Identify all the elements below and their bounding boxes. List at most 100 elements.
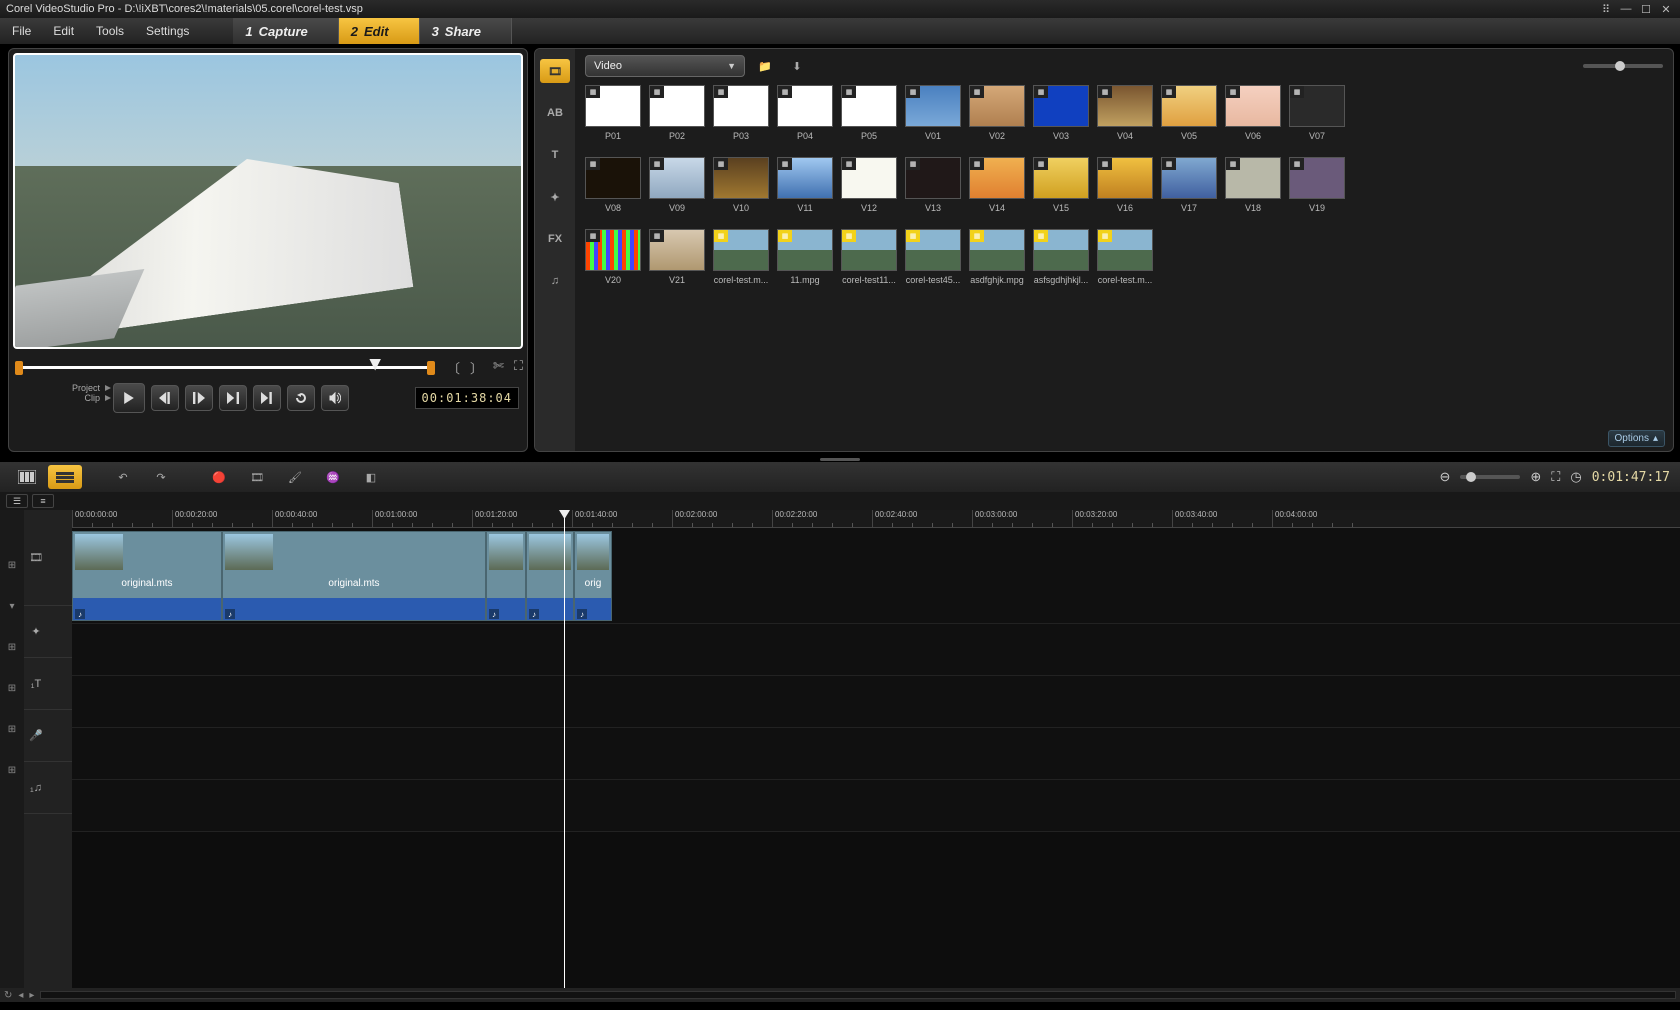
library-tab-media[interactable]: 🎞 — [540, 59, 570, 83]
overlay-track-lane[interactable] — [72, 624, 1680, 676]
timeline-scrollbar[interactable]: ↻ ◂ ▸ — [0, 988, 1680, 1002]
playback-mode-labels[interactable]: Project Clip — [21, 383, 111, 403]
timeline-clip[interactable]: original.mts♪♪ — [222, 531, 486, 621]
video-track-lane[interactable]: original.mts♪♪original.mts♪♪♪♪♪♪orig♪♪ — [72, 528, 1680, 624]
library-item[interactable]: ▦V14 — [969, 157, 1025, 213]
library-item[interactable]: ▦V16 — [1097, 157, 1153, 213]
timeline-zoom-slider[interactable] — [1460, 475, 1520, 479]
menu-settings[interactable]: Settings — [142, 20, 193, 42]
show-all-tracks-button[interactable]: ☰ — [6, 494, 28, 508]
mark-in-handle[interactable] — [15, 361, 23, 375]
scroll-loop-icon[interactable]: ↻ — [4, 990, 12, 1001]
batch-convert-button[interactable]: 🎞 — [240, 465, 274, 489]
storyboard-view-button[interactable] — [10, 465, 44, 489]
timeline-clip[interactable]: ♪♪ — [526, 531, 574, 621]
library-item[interactable]: ▦corel-test.m... — [1097, 229, 1153, 285]
settings-grip-icon[interactable]: ⠿ — [1598, 2, 1614, 16]
library-item[interactable]: ▦V04 — [1097, 85, 1153, 141]
library-item[interactable]: ▦V20 — [585, 229, 641, 285]
add-folder-icon[interactable]: 📁 — [753, 55, 777, 77]
menu-edit[interactable]: Edit — [49, 20, 78, 42]
trim-bar[interactable]: 〔 〕 ✄ ⛶ — [13, 357, 523, 377]
sound-mixer-button[interactable]: ♒ — [316, 465, 350, 489]
timeline-clip[interactable]: original.mts♪♪ — [72, 531, 222, 621]
track-list-button[interactable]: ≡ — [32, 494, 54, 508]
library-item[interactable]: ▦V12 — [841, 157, 897, 213]
library-category-dropdown[interactable]: Video▼ — [585, 55, 745, 77]
library-item[interactable]: ▦V21 — [649, 229, 705, 285]
volume-button[interactable] — [321, 385, 349, 411]
redo-button[interactable]: ↷ — [144, 465, 178, 489]
track-enable-toggle[interactable]: ⊞ — [8, 642, 16, 653]
library-tab-graphic[interactable]: ✦ — [540, 185, 570, 209]
library-item[interactable]: ▦V09 — [649, 157, 705, 213]
library-item[interactable]: ▦P02 — [649, 85, 705, 141]
zoom-out-icon[interactable]: ⊖ — [1439, 469, 1450, 485]
mark-out-handle[interactable] — [427, 361, 435, 375]
track-enable-toggle[interactable]: ⊞ — [8, 724, 16, 735]
voice-track-lane[interactable] — [72, 728, 1680, 780]
library-item[interactable]: ▦V13 — [905, 157, 961, 213]
library-item[interactable]: ▦P04 — [777, 85, 833, 141]
thumbnail-size-slider[interactable] — [1583, 64, 1663, 68]
cut-icon[interactable]: ✄ — [493, 358, 504, 377]
step-capture[interactable]: 1Capture — [233, 18, 338, 44]
library-item[interactable]: ▦corel-test45... — [905, 229, 961, 285]
library-item[interactable]: ▦P01 — [585, 85, 641, 141]
step-edit[interactable]: 2Edit — [339, 18, 420, 44]
library-tab-audio[interactable]: ♫ — [540, 269, 570, 293]
library-options-button[interactable]: Options▴ — [1608, 430, 1666, 447]
library-item[interactable]: ▦V07 — [1289, 85, 1345, 141]
library-item[interactable]: ▦V06 — [1225, 85, 1281, 141]
scroll-left-icon[interactable]: ◂ — [18, 990, 23, 1001]
trim-playhead[interactable] — [369, 359, 381, 371]
track-enable-toggle[interactable]: ⊞ — [8, 560, 16, 571]
library-item[interactable]: ▦corel-test11... — [841, 229, 897, 285]
painting-creator-button[interactable]: 🖌 — [278, 465, 312, 489]
library-item[interactable]: ▦11.mpg — [777, 229, 833, 285]
chapter-button[interactable]: ◧ — [354, 465, 388, 489]
library-item[interactable]: ▦V19 — [1289, 157, 1345, 213]
next-frame-button[interactable] — [219, 385, 247, 411]
timeline-clip[interactable]: orig♪♪ — [574, 531, 612, 621]
maximize-button[interactable]: ☐ — [1638, 2, 1654, 16]
prev-frame-button[interactable] — [185, 385, 213, 411]
title-track-lane[interactable] — [72, 676, 1680, 728]
library-tab-title[interactable]: T — [540, 143, 570, 167]
tracks-viewport[interactable]: 00:00:00:0000:00:20:0000:00:40:0000:01:0… — [72, 510, 1680, 988]
play-button[interactable] — [113, 383, 145, 413]
record-button[interactable]: 🔴 — [202, 465, 236, 489]
menu-tools[interactable]: Tools — [92, 20, 128, 42]
library-item[interactable]: ▦V11 — [777, 157, 833, 213]
fit-project-icon[interactable]: ⛶ — [1551, 469, 1560, 485]
import-icon[interactable]: ⬇ — [785, 55, 809, 77]
library-tab-filter[interactable]: FX — [540, 227, 570, 251]
library-item[interactable]: ▦V03 — [1033, 85, 1089, 141]
library-item[interactable]: ▦V08 — [585, 157, 641, 213]
step-share[interactable]: 3Share — [420, 18, 512, 44]
library-item[interactable]: ▦V01 — [905, 85, 961, 141]
end-button[interactable] — [253, 385, 281, 411]
library-item[interactable]: ▦asfsgdhjhkjl... — [1033, 229, 1089, 285]
library-item[interactable]: ▦V15 — [1033, 157, 1089, 213]
library-item[interactable]: ▦V10 — [713, 157, 769, 213]
timeline-view-button[interactable] — [48, 465, 82, 489]
expand-icon[interactable]: ⛶ — [514, 358, 523, 377]
timeline-playhead[interactable] — [564, 510, 565, 988]
library-item[interactable]: ▦P05 — [841, 85, 897, 141]
track-enable-toggle[interactable]: ⊞ — [8, 683, 16, 694]
library-item[interactable]: ▦corel-test.m... — [713, 229, 769, 285]
zoom-in-icon[interactable]: ⊕ — [1530, 469, 1541, 485]
library-item[interactable]: ▦asdfghjk.mpg — [969, 229, 1025, 285]
menu-file[interactable]: File — [8, 20, 35, 42]
minimize-button[interactable]: ― — [1618, 2, 1634, 16]
library-item[interactable]: ▦V18 — [1225, 157, 1281, 213]
track-collapse-toggle[interactable]: ▾ — [9, 601, 14, 612]
undo-button[interactable]: ↶ — [106, 465, 140, 489]
mark-in-icon[interactable]: 〔 — [447, 358, 460, 377]
preview-viewport[interactable] — [13, 53, 523, 349]
music-track-lane[interactable] — [72, 780, 1680, 832]
track-enable-toggle[interactable]: ⊞ — [8, 765, 16, 776]
mark-out-icon[interactable]: 〕 — [470, 358, 483, 377]
timeline-clip[interactable]: ♪♪ — [486, 531, 526, 621]
